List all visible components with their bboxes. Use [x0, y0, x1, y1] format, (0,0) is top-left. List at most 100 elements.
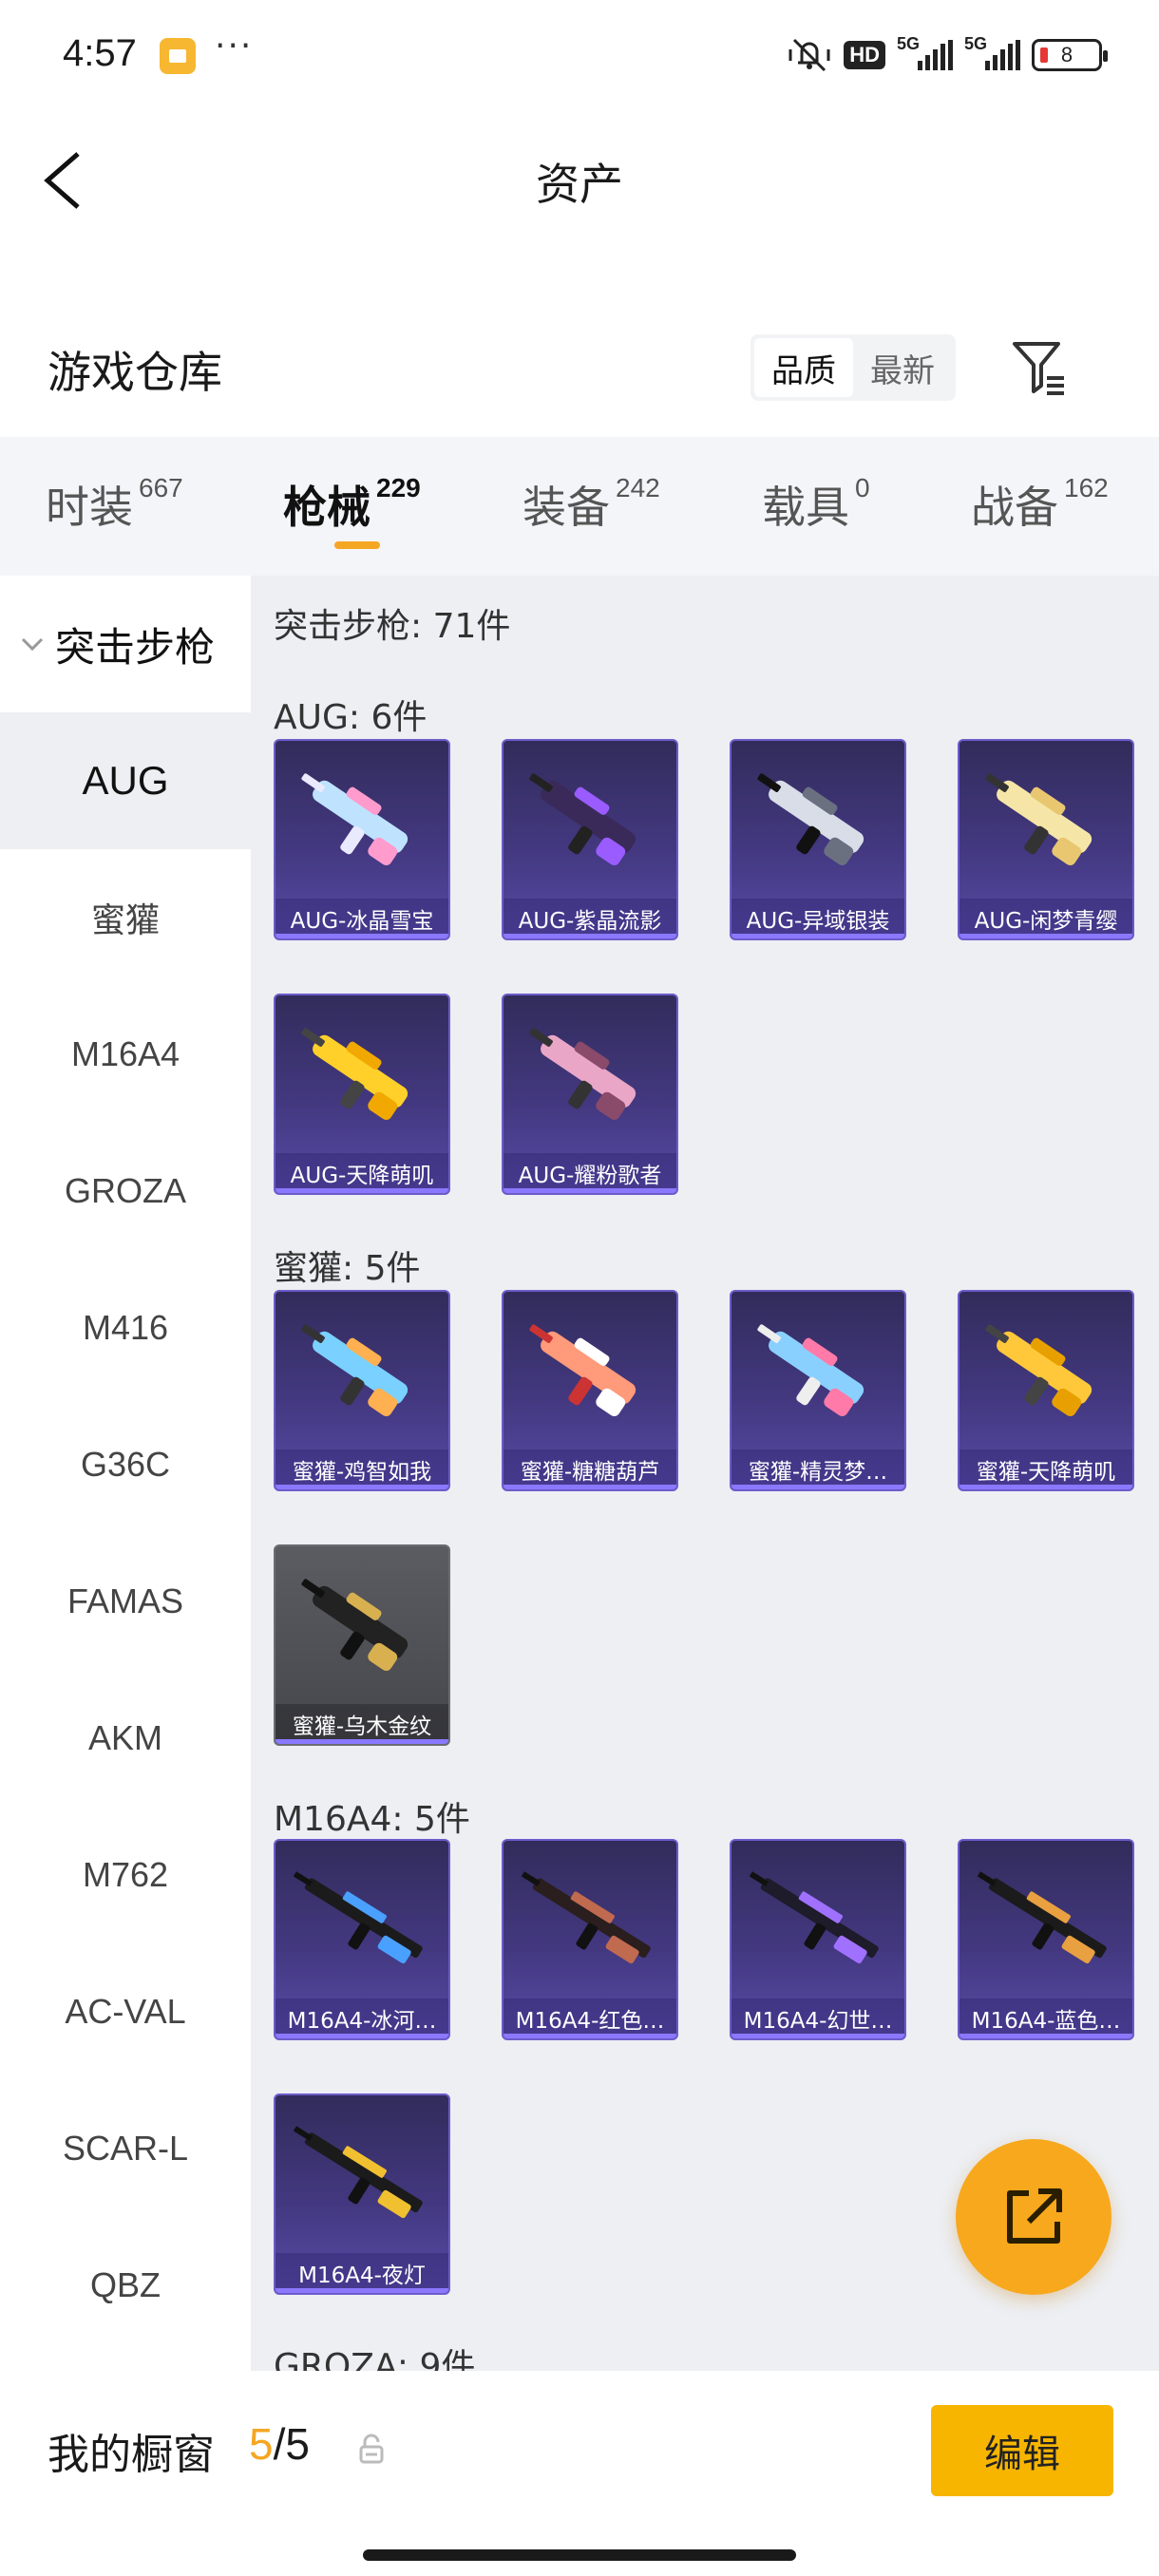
share-external-icon [1007, 2188, 1062, 2244]
sidenav-item-honey-badger[interactable]: 蜜獾 [0, 849, 251, 986]
skin-quality-bar [960, 934, 1132, 938]
skin-card[interactable]: AUG-闲梦青缨 [958, 739, 1134, 940]
skin-quality-bar [276, 1188, 448, 1193]
weapon-skin-image [301, 1579, 408, 1671]
weapon-skin-image [529, 1324, 636, 1416]
weapon-skin-image [301, 1324, 408, 1416]
weapon-sidenav: 突击步枪 AUG 蜜獾 M16A4 GROZA M416 G36C FAMAS … [0, 576, 251, 2371]
skin-card[interactable]: 蜜獾-天降萌叽 [958, 1290, 1134, 1491]
skin-card-label: AUG-冰晶雪宝 [276, 899, 448, 938]
battery-icon: 8 [1032, 39, 1108, 71]
group-header-honey-badger: 蜜獾: 5件 [274, 1249, 421, 1288]
showcase-current: 5 [249, 2419, 274, 2469]
skin-card[interactable]: M16A4-红色… [502, 1839, 678, 2040]
sidenav-item-m16a4[interactable]: M16A4 [0, 986, 251, 1123]
skin-card[interactable]: M16A4-蓝色… [958, 1839, 1134, 2040]
lock-icon [359, 2434, 384, 2464]
weapon-skin-image [749, 1871, 879, 1964]
weapon-skin-image [985, 1324, 1092, 1416]
filter-button[interactable] [1009, 336, 1070, 397]
skin-quality-bar [276, 934, 448, 938]
tab-battle-prep[interactable]: 战备 162 [971, 473, 1109, 536]
skin-card[interactable]: AUG-紫晶流影 [502, 739, 678, 940]
skin-quality-bar [504, 1188, 676, 1193]
skin-quality-bar [960, 1485, 1132, 1489]
sidenav-item-g36c[interactable]: G36C [0, 1396, 251, 1533]
home-indicator[interactable] [363, 2549, 796, 2561]
weapon-skin-image [293, 2126, 423, 2219]
skin-card-label: AUG-异域银装 [732, 899, 904, 938]
skin-quality-bar [276, 1485, 448, 1489]
weapon-skin-image [529, 773, 636, 865]
tab-equipment[interactable]: 装备 242 [522, 473, 660, 536]
skin-card[interactable]: M16A4-冰河… [274, 1839, 450, 2040]
tab-guns[interactable]: 枪械 229 [283, 473, 421, 536]
skin-quality-bar [504, 1485, 676, 1489]
skin-card-label: M16A4-夜灯 [276, 2253, 448, 2293]
skin-card-label: 蜜獾-乌木金纹 [276, 1704, 448, 1744]
sidenav-item-groza[interactable]: GROZA [0, 1123, 251, 1260]
sidenav-item-m762[interactable]: M762 [0, 1807, 251, 1943]
sort-newest-option[interactable]: 最新 [853, 338, 952, 397]
page-title: 资产 [536, 159, 623, 210]
skin-card[interactable]: M16A4-夜灯 [274, 2093, 450, 2295]
group-header-aug: AUG: 6件 [274, 698, 428, 737]
edit-button[interactable]: 编辑 [931, 2405, 1113, 2496]
skin-card[interactable]: 蜜獾-精灵梦… [730, 1290, 906, 1491]
skin-card[interactable]: AUG-天降萌叽 [274, 994, 450, 1195]
skin-quality-bar [960, 2034, 1132, 2038]
sidenav-item-m416[interactable]: M416 [0, 1260, 251, 1396]
skin-card-label: M16A4-红色… [504, 1998, 676, 2038]
skin-quality-bar [504, 2034, 676, 2038]
skin-card-label: AUG-耀粉歌者 [504, 1153, 676, 1193]
sidenav-item-akm[interactable]: AKM [0, 1670, 251, 1807]
weapon-skin-image [293, 1871, 423, 1964]
weapon-skin-image [985, 773, 1092, 865]
more-notifications-icon: ··· [215, 27, 254, 66]
skin-quality-bar [276, 1739, 448, 1744]
skin-quality-bar [276, 2288, 448, 2293]
skin-quality-bar [732, 934, 904, 938]
chevron-down-icon [21, 637, 44, 652]
weapon-skin-image [301, 773, 408, 865]
showcase-label: 我的橱窗 [48, 2431, 215, 2479]
weapon-skin-image [757, 1324, 864, 1416]
skin-quality-bar [732, 2034, 904, 2038]
tab-vehicles[interactable]: 载具 0 [762, 473, 870, 536]
system-icons: HD 5G 5G 8 [787, 34, 1108, 76]
weapon-skin-image [301, 1028, 408, 1120]
skin-card[interactable]: AUG-耀粉歌者 [502, 994, 678, 1195]
battery-level: 8 [1060, 43, 1074, 66]
skin-card[interactable]: M16A4-幻世… [730, 1839, 906, 2040]
skin-card[interactable]: AUG-冰晶雪宝 [274, 739, 450, 940]
sidenav-item-aug[interactable]: AUG [0, 712, 251, 849]
sidenav-item-qbz[interactable]: QBZ [0, 2217, 251, 2354]
skin-card-label: M16A4-幻世… [732, 1998, 904, 2038]
sidenav-category-assault-rifle[interactable]: 突击步枪 [0, 576, 251, 712]
sidenav-item-ac-val[interactable]: AC-VAL [0, 1943, 251, 2080]
skin-card[interactable]: 蜜獾-糖糖葫芦 [502, 1290, 678, 1491]
skin-card[interactable]: 蜜獾-乌木金纹 [274, 1544, 450, 1746]
sidenav-item-famas[interactable]: FAMAS [0, 1533, 251, 1670]
tab-fashion[interactable]: 时装 667 [46, 473, 183, 536]
sort-quality-option[interactable]: 品质 [754, 338, 853, 397]
category-tabs: 时装 667 枪械 229 装备 242 载具 0 战备 162 [0, 437, 1159, 576]
skin-card[interactable]: 蜜獾-鸡智如我 [274, 1290, 450, 1491]
skin-card-label: M16A4-冰河… [276, 1998, 448, 2038]
sidenav-item-scar-l[interactable]: SCAR-L [0, 2080, 251, 2217]
skin-card-label: AUG-闲梦青缨 [960, 899, 1132, 938]
notification-app-icon [160, 38, 196, 74]
share-fab-button[interactable] [956, 2139, 1112, 2295]
hd-voice-icon: HD [844, 41, 885, 69]
active-tab-indicator [334, 541, 380, 549]
skin-card-label: 蜜獾-精灵梦… [732, 1449, 904, 1489]
showcase-total: /5 [273, 2419, 310, 2469]
status-bar: 4:57 ··· HD 5G 5G 8 [0, 0, 1159, 114]
skin-card-label: AUG-天降萌叽 [276, 1153, 448, 1193]
signal-1-icon: 5G [897, 34, 953, 70]
signal-2-icon: 5G [964, 34, 1020, 70]
skin-card[interactable]: AUG-异域银装 [730, 739, 906, 940]
showcase-count: 5/5 [249, 2418, 310, 2470]
weapon-skin-image [529, 1028, 636, 1120]
category-count-header: 突击步枪: 71件 [274, 607, 511, 646]
